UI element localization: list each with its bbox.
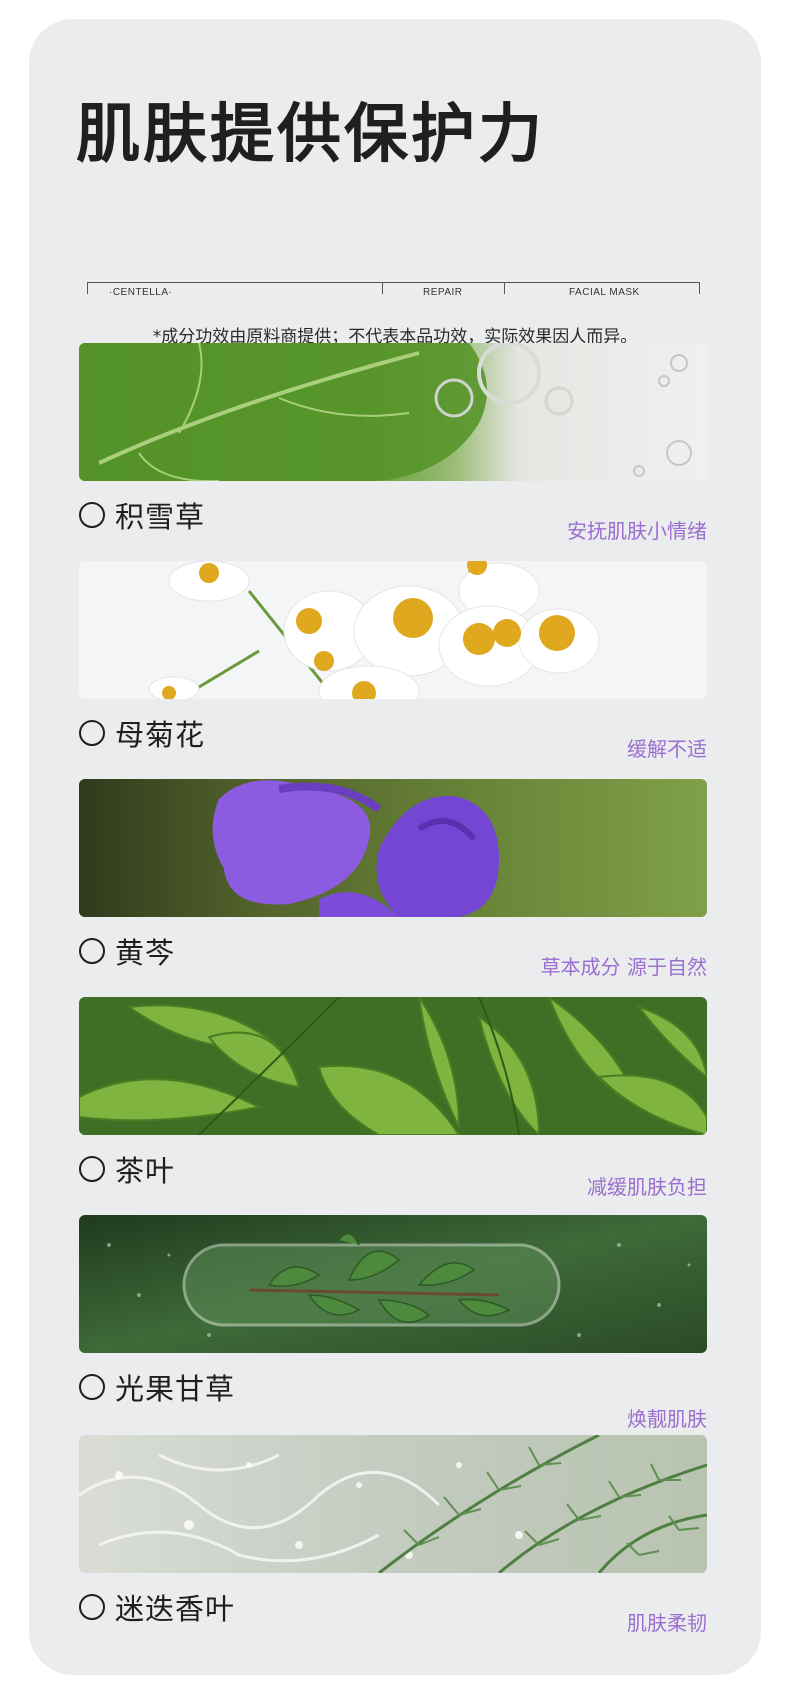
ruler-tick <box>699 282 700 294</box>
ingredient-name-row: 光果甘草 <box>79 1369 236 1406</box>
ruler-line <box>87 282 700 283</box>
ingredient-name: 黄芩 <box>115 936 176 970</box>
ingredient-name-row: 茶叶 <box>79 1151 176 1188</box>
ruler-label-facial-mask: FACIAL MASK <box>569 287 640 298</box>
rosemary-image <box>79 1435 707 1573</box>
ingredient-name-row: 黄芩 <box>79 933 176 970</box>
ruler-label-repair: REPAIR <box>423 287 463 298</box>
ingredient-benefit: 缓解不适 <box>627 737 707 761</box>
centella-image <box>79 343 707 481</box>
ruler-tick <box>504 282 505 294</box>
content-card: 肌肤提供保护力 ·CENTELLA· REPAIR FACIAL MASK *成… <box>29 19 761 1675</box>
circle-bullet-icon <box>79 1594 105 1620</box>
ingredient-benefit: 肌肤柔韧 <box>627 1611 707 1635</box>
page-title: 肌肤提供保护力 <box>76 98 545 172</box>
chamomile-image <box>79 561 707 699</box>
ingredient-name-row: 积雪草 <box>79 497 206 534</box>
ruler-tick <box>382 282 383 294</box>
ingredient-benefit: 焕靓肌肤 <box>627 1407 707 1431</box>
circle-bullet-icon <box>79 1156 105 1182</box>
circle-bullet-icon <box>79 502 105 528</box>
ingredient-name-row: 迷迭香叶 <box>79 1589 236 1626</box>
ruler-label-centella: ·CENTELLA· <box>109 287 173 298</box>
skullcap-image <box>79 779 707 917</box>
ingredient-benefit: 减缓肌肤负担 <box>587 1175 707 1199</box>
ingredient-name: 积雪草 <box>115 500 206 534</box>
ingredient-name: 光果甘草 <box>115 1372 236 1406</box>
circle-bullet-icon <box>79 720 105 746</box>
ingredient-name: 迷迭香叶 <box>115 1592 236 1626</box>
ingredient-benefit: 安抚肌肤小情绪 <box>567 519 707 543</box>
ingredient-name: 母菊花 <box>115 718 206 752</box>
circle-bullet-icon <box>79 938 105 964</box>
licorice-image <box>79 1215 707 1353</box>
ingredient-name-row: 母菊花 <box>79 715 206 752</box>
ruler-tick <box>87 282 88 294</box>
tea-leaves-image <box>79 997 707 1135</box>
ingredient-ruler: ·CENTELLA· REPAIR FACIAL MASK <box>87 262 700 298</box>
ingredient-name: 茶叶 <box>115 1154 176 1188</box>
circle-bullet-icon <box>79 1374 105 1400</box>
ingredient-benefit: 草本成分 源于自然 <box>540 955 707 979</box>
